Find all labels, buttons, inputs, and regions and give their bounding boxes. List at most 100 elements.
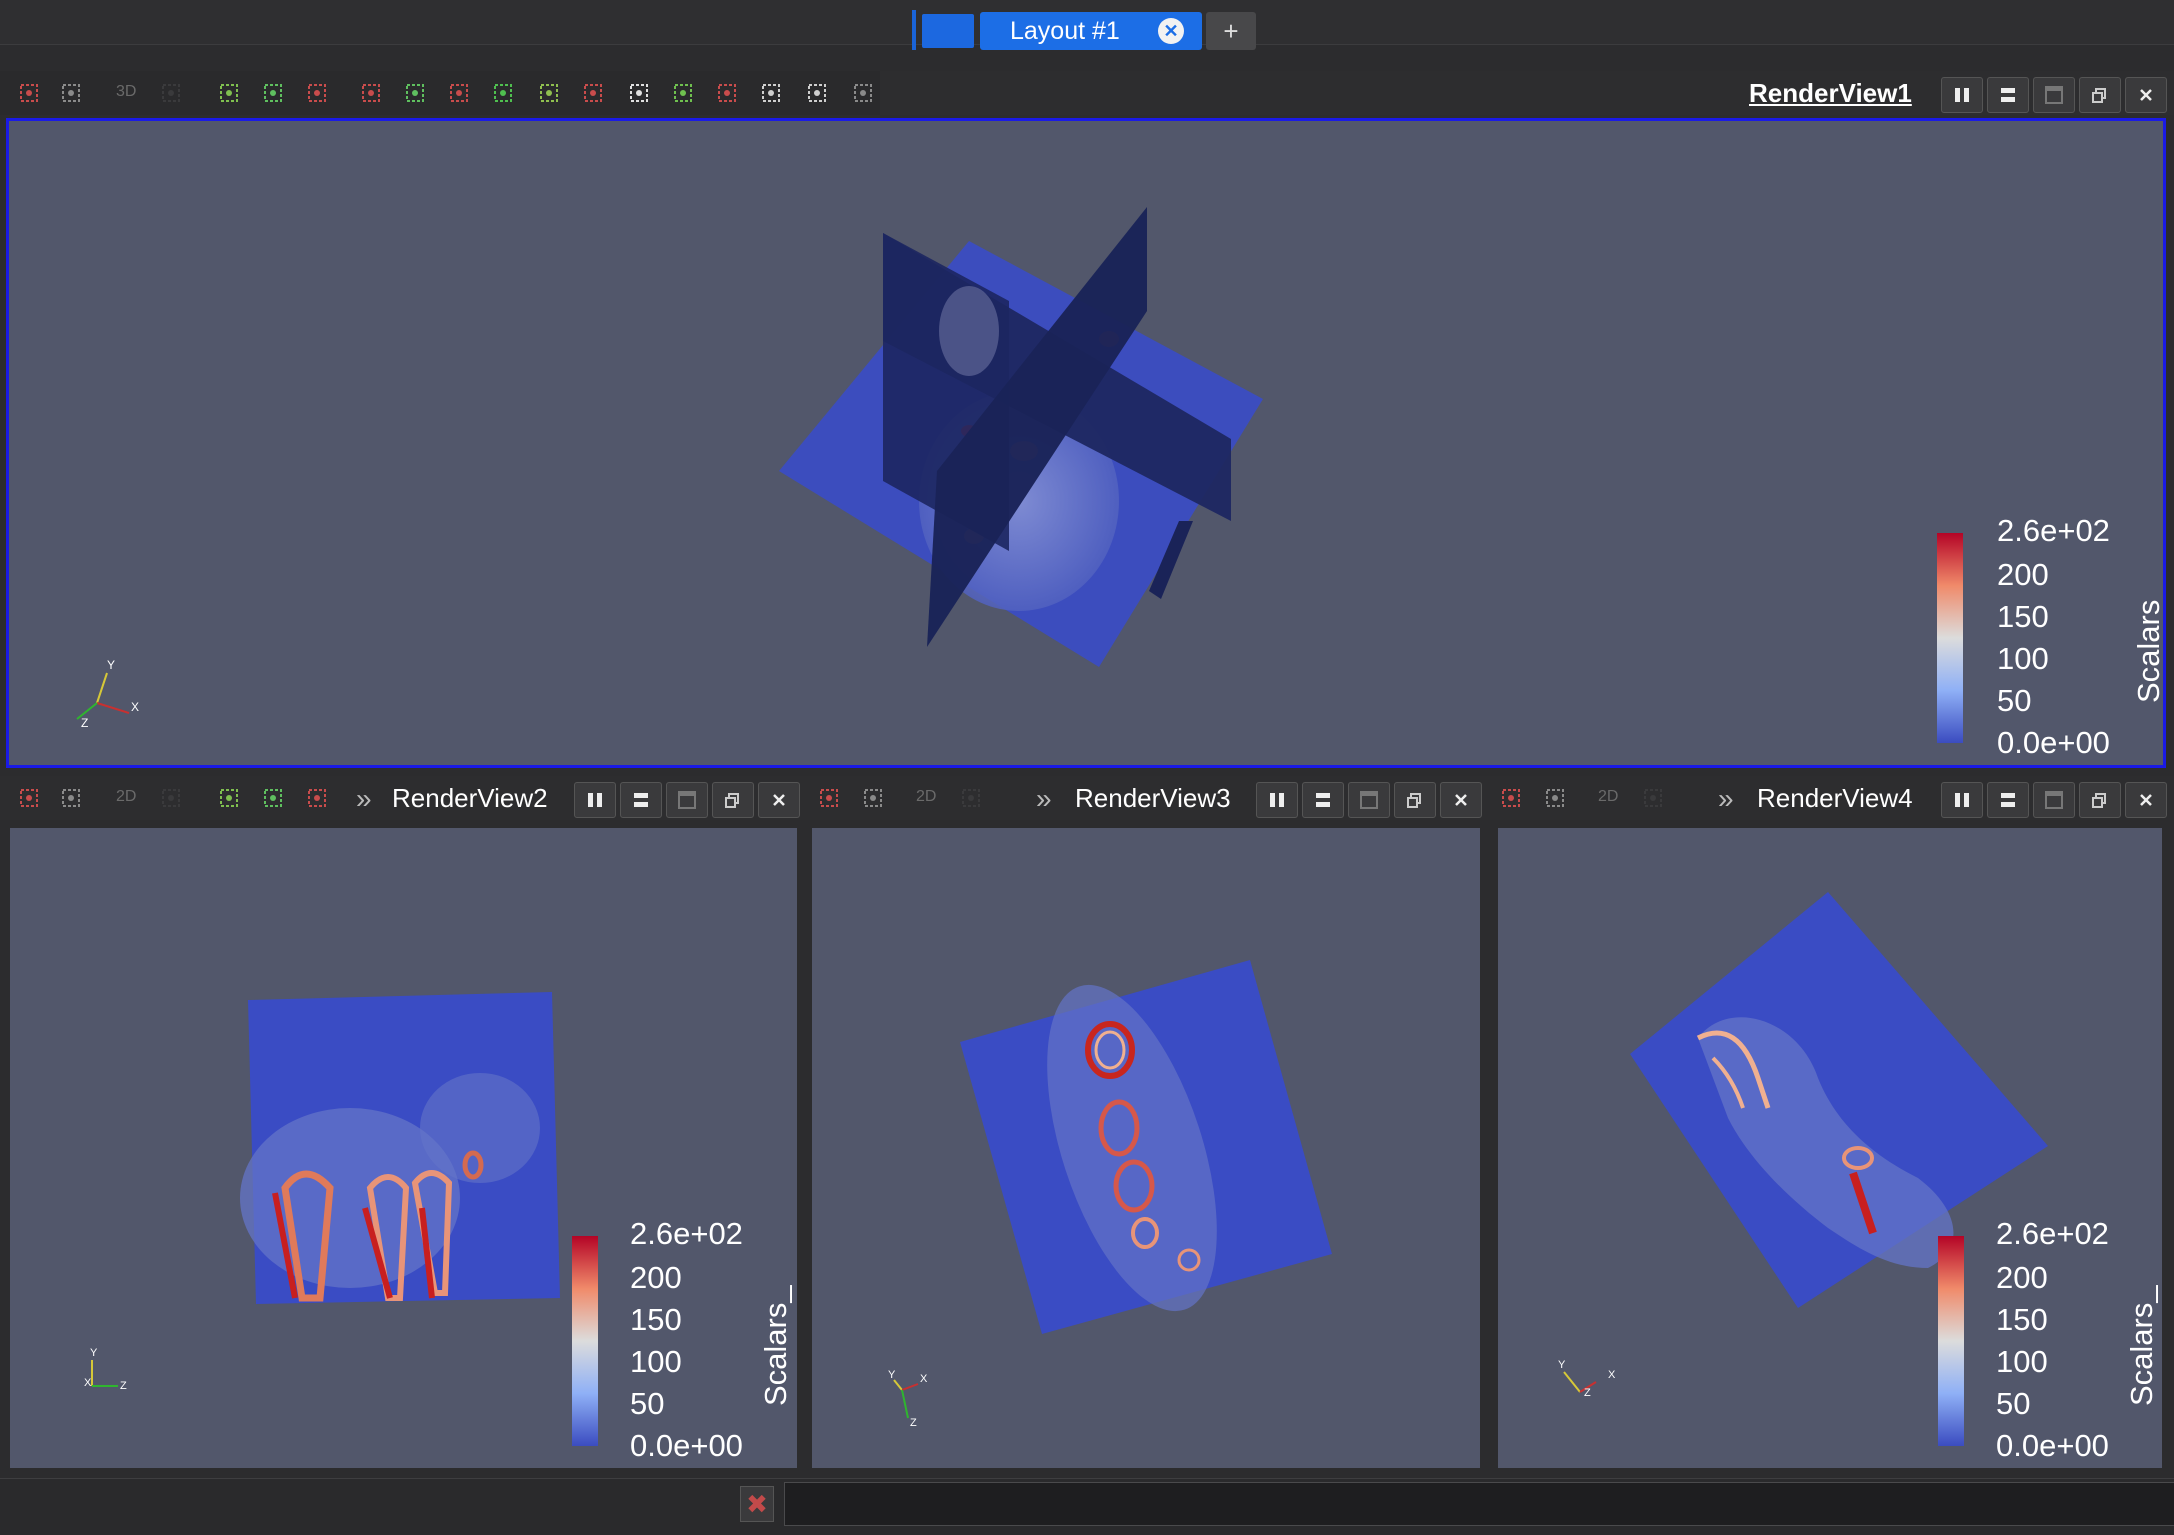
legend-tick-label: 200 (1997, 557, 2049, 592)
close-tab-icon[interactable]: ✕ (1158, 18, 1184, 44)
shrink-selection-icon[interactable] (806, 82, 828, 104)
orientation-axes-rv3: Y X Z (888, 1369, 928, 1429)
renderview1-canvas (779, 207, 1263, 667)
toggle-2d-icon[interactable]: 2D (116, 788, 136, 806)
restore-icon[interactable] (712, 782, 754, 818)
svg-text:Y: Y (107, 658, 115, 672)
toggle-3d-icon[interactable] (960, 787, 982, 809)
restore-icon[interactable] (1394, 782, 1436, 818)
legend-tick-label: 50 (1997, 683, 2032, 718)
restore-icon[interactable] (2079, 77, 2121, 113)
add-layout-tab-button[interactable]: + (1206, 12, 1256, 50)
toolbar-overflow-icon[interactable]: » (1718, 783, 1734, 815)
toggle-3d-icon[interactable] (160, 787, 182, 809)
sagittal-tissue (939, 286, 999, 376)
legend-tick-label: 50 (1996, 1386, 2031, 1421)
renderview1[interactable]: Y X Z 2.6e+02 200 150 100 50 0.0e+00 Sca… (6, 118, 2166, 768)
legend-tick-label: 100 (630, 1344, 682, 1379)
hover-cells-icon[interactable] (716, 82, 738, 104)
toolbar-overflow-icon[interactable]: » (356, 783, 372, 815)
slice-plane (1630, 892, 2048, 1308)
maximize-icon[interactable] (2033, 77, 2075, 113)
zoom-to-data-icon[interactable] (60, 787, 82, 809)
maximize-icon[interactable] (2033, 782, 2075, 818)
svg-text:X: X (84, 1377, 92, 1389)
orientation-axes-rv2: Y X Z (84, 1347, 127, 1392)
reset-camera-icon[interactable] (1500, 787, 1522, 809)
reset-camera-icon[interactable] (18, 787, 40, 809)
select-points-polygon-icon[interactable] (492, 82, 514, 104)
legend-tick-label: 150 (630, 1302, 682, 1337)
renderview4[interactable]: Y X Z 2.6e+02 200 150 100 50 0.0e+00 Sca… (1498, 828, 2162, 1468)
zoom-to-data-icon[interactable] (60, 82, 82, 104)
close-icon[interactable] (2125, 782, 2167, 818)
toggle-3d-icon[interactable] (1642, 787, 1664, 809)
hover-points-icon[interactable] (672, 82, 694, 104)
renderview3[interactable]: Y X Z (812, 828, 1480, 1468)
capture-screenshot-icon[interactable] (218, 787, 240, 809)
legend-max-label: 2.6e+02 (630, 1216, 743, 1251)
legend-title: Scalars_ (2131, 582, 2166, 703)
reset-camera-icon[interactable] (818, 787, 840, 809)
legend-color-bar[interactable] (572, 1236, 598, 1446)
select-points-through-icon[interactable] (404, 82, 426, 104)
renderview4-title[interactable]: RenderView4 (1757, 783, 1913, 814)
legend-tick-label: 50 (630, 1386, 665, 1421)
renderview2[interactable]: Y X Z 2.6e+02 200 150 100 50 0.0e+00 Sca… (10, 828, 797, 1468)
select-cells-on-icon[interactable] (262, 787, 284, 809)
legend-color-bar (1937, 533, 1963, 743)
svg-text:Y: Y (1558, 1359, 1566, 1371)
close-icon[interactable] (2125, 77, 2167, 113)
svg-text:Z: Z (1584, 1387, 1591, 1399)
close-icon[interactable] (1440, 782, 1482, 818)
split-vertical-icon[interactable] (620, 782, 662, 818)
select-cells-through-icon[interactable] (360, 82, 382, 104)
split-horizontal-icon[interactable] (574, 782, 616, 818)
toggle-2d-icon[interactable]: 2D (916, 788, 936, 806)
toggle-3d-icon[interactable] (160, 82, 182, 104)
clear-selection-icon[interactable] (852, 82, 874, 104)
zoom-to-data-icon[interactable] (862, 787, 884, 809)
toggle-3d-icon[interactable]: 3D (116, 83, 136, 101)
interactive-select-points-icon[interactable] (628, 82, 650, 104)
legend-color-bar[interactable] (1938, 1236, 1964, 1446)
select-points-on-icon[interactable] (306, 787, 328, 809)
restore-icon[interactable] (2079, 782, 2121, 818)
maximize-icon[interactable] (666, 782, 708, 818)
svg-text:Z: Z (120, 1380, 127, 1392)
capture-screenshot-icon[interactable] (218, 82, 240, 104)
toolbar-overflow-icon[interactable]: » (1036, 783, 1052, 815)
renderview3-title[interactable]: RenderView3 (1075, 783, 1231, 814)
svg-text:X: X (1608, 1369, 1616, 1381)
legend-tick-label: 200 (1996, 1260, 2048, 1295)
split-vertical-icon[interactable] (1987, 782, 2029, 818)
split-horizontal-icon[interactable] (1256, 782, 1298, 818)
interactive-select-cells-icon[interactable] (582, 82, 604, 104)
layout-tab-inactive[interactable] (922, 14, 974, 48)
split-horizontal-icon[interactable] (1941, 782, 1983, 818)
legend-min-label: 0.0e+00 (1996, 1428, 2109, 1463)
split-vertical-icon[interactable] (1302, 782, 1344, 818)
select-blocks-icon[interactable] (538, 82, 560, 104)
maximize-icon[interactable] (1348, 782, 1390, 818)
renderview2-title[interactable]: RenderView2 (392, 783, 548, 814)
legend-title: Scalars_ (2124, 1285, 2159, 1406)
renderview1-title[interactable]: RenderView1 (1749, 78, 1912, 109)
svg-text:Z: Z (81, 716, 88, 730)
split-horizontal-icon[interactable] (1941, 77, 1983, 113)
tab-scroll-marker (912, 10, 916, 50)
clear-log-icon[interactable]: ✖ (740, 1486, 774, 1522)
toggle-2d-icon[interactable]: 2D (1598, 788, 1618, 806)
legend-tick-label: 150 (1996, 1302, 2048, 1337)
close-icon[interactable] (758, 782, 800, 818)
select-cells-on-icon[interactable] (262, 82, 284, 104)
reset-camera-icon[interactable] (18, 82, 40, 104)
split-vertical-icon[interactable] (1987, 77, 2029, 113)
svg-text:Y: Y (888, 1369, 896, 1381)
python-shell-input[interactable] (784, 1482, 2174, 1526)
zoom-to-data-icon[interactable] (1544, 787, 1566, 809)
grow-selection-icon[interactable] (760, 82, 782, 104)
select-points-on-icon[interactable] (306, 82, 328, 104)
legend-title: Scalars_ (758, 1285, 793, 1406)
select-cells-polygon-icon[interactable] (448, 82, 470, 104)
